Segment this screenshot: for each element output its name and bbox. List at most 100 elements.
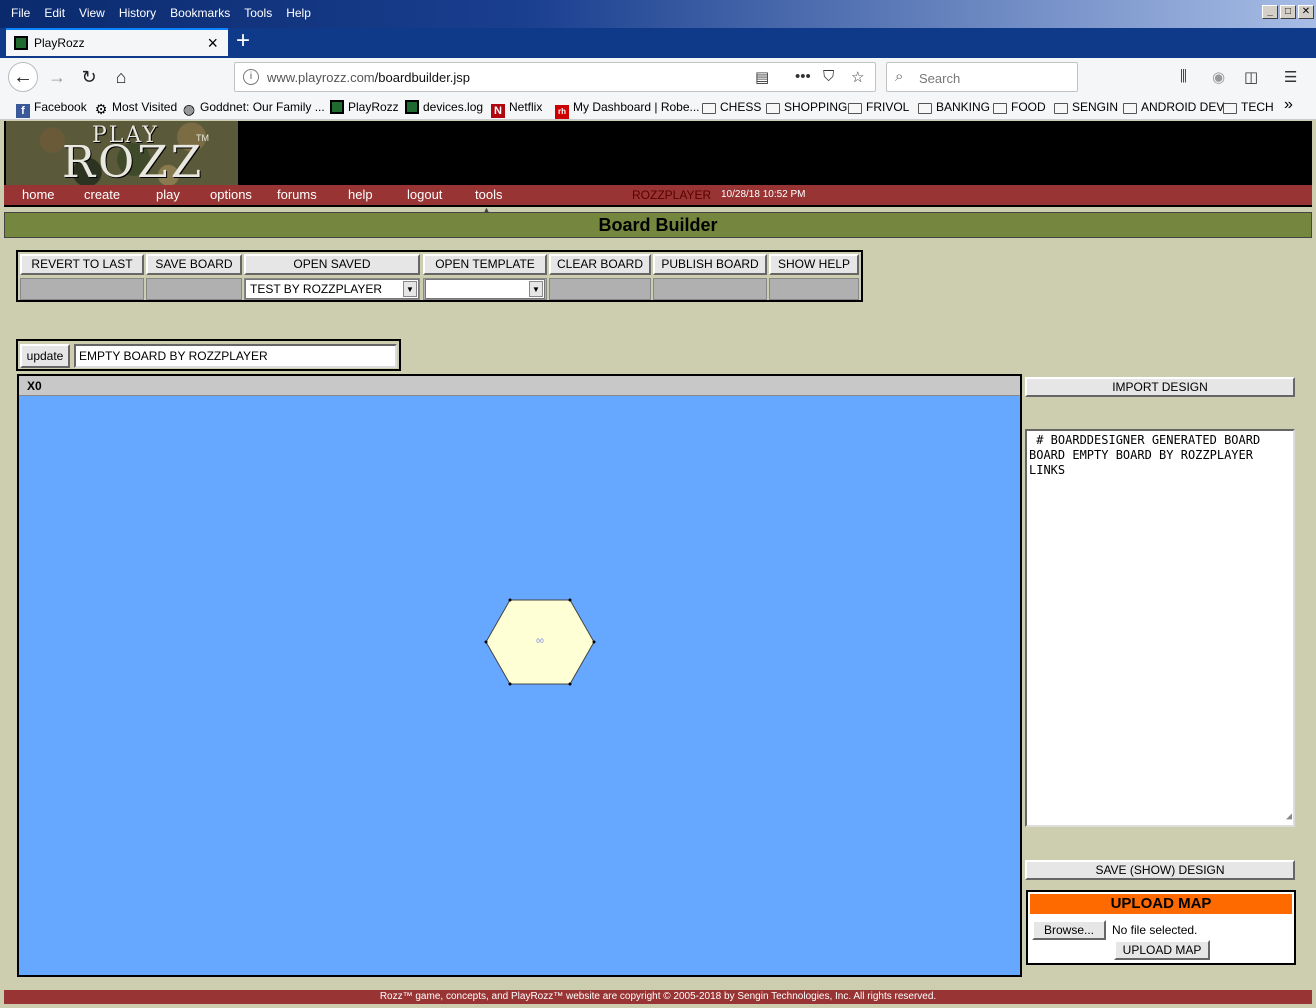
more-bookmarks-icon[interactable]: »	[1284, 96, 1293, 114]
hex-vertex	[568, 598, 572, 602]
bookmark-shopping[interactable]: SHOPPING	[766, 100, 847, 114]
bookmark-food[interactable]: FOOD	[993, 100, 1046, 114]
revert-button[interactable]: REVERT TO LAST	[20, 254, 144, 275]
bookmark-tech[interactable]: TECH	[1223, 100, 1274, 114]
upload-map-button[interactable]: UPLOAD MAP	[1114, 940, 1210, 960]
url-bar[interactable]: i www.playrozz.com/boardbuilder.jsp ▤ ••…	[234, 62, 876, 92]
reader-view-icon[interactable]: ▤	[755, 68, 769, 86]
canvas-header: X0	[19, 376, 1020, 396]
update-button[interactable]: update	[20, 344, 70, 368]
hamburger-menu-icon[interactable]: ☰	[1284, 68, 1297, 86]
open-saved-button[interactable]: OPEN SAVED	[244, 254, 420, 275]
bookmark-devices-log[interactable]: devices.log	[405, 100, 483, 114]
bookmark-label: FRIVOL	[866, 100, 910, 114]
url-path: /boardbuilder.jsp	[374, 70, 471, 85]
close-tab-icon[interactable]: ×	[207, 33, 218, 54]
close-window-icon[interactable]: ✕	[1298, 5, 1314, 19]
bookmark-frivol[interactable]: FRIVOL	[848, 100, 909, 114]
back-icon[interactable]: ←	[8, 62, 38, 92]
library-icon[interactable]: ⫼	[1180, 68, 1187, 85]
nav-logout[interactable]: logout	[407, 187, 442, 202]
show-help-button[interactable]: SHOW HELP	[769, 254, 859, 275]
adblock-icon[interactable]: ◉	[1212, 68, 1225, 86]
folder-icon	[993, 103, 1007, 114]
bookmark-android-dev[interactable]: ANDROID DEV	[1123, 100, 1224, 114]
nav-help[interactable]: help	[348, 187, 373, 202]
bookmark-goddnet[interactable]: ◍ Goddnet: Our Family ...	[182, 100, 325, 116]
bookmark-label: My Dashboard | Robe...	[573, 100, 700, 114]
nav-create[interactable]: create	[84, 187, 120, 202]
browser-tab[interactable]: PlayRozz ×	[6, 28, 228, 56]
bookmark-label: Facebook	[34, 100, 87, 114]
bookmark-chess[interactable]: CHESS	[702, 100, 761, 114]
bookmark-banking[interactable]: BANKING	[918, 100, 990, 114]
search-placeholder: Search	[919, 71, 961, 86]
menu-edit[interactable]: Edit	[37, 6, 72, 20]
nav-tools[interactable]: tools	[475, 187, 502, 202]
bookmark-label: SHOPPING	[784, 100, 848, 114]
hex-vertex	[508, 598, 512, 602]
bookmark-facebook[interactable]: f Facebook	[16, 100, 87, 118]
upload-map-title: UPLOAD MAP	[1030, 894, 1292, 914]
clear-board-button[interactable]: CLEAR BOARD	[549, 254, 651, 275]
resize-grip-icon[interactable]: ◢	[1286, 809, 1292, 824]
reload-icon[interactable]: ↻	[74, 62, 104, 92]
nav-forums[interactable]: forums	[277, 187, 317, 202]
open-template-button[interactable]: OPEN TEMPLATE	[423, 254, 547, 275]
saved-boards-selected: TEST BY ROZZPLAYER	[250, 282, 383, 296]
board-name-input[interactable]: EMPTY BOARD BY ROZZPLAYER	[74, 344, 397, 368]
search-icon: ⌕	[895, 68, 904, 85]
design-textarea[interactable]: # BOARDDESIGNER GENERATED BOARD BOARD EM…	[1025, 429, 1295, 827]
menu-file[interactable]: File	[4, 6, 37, 20]
folder-icon	[918, 103, 932, 114]
menu-history[interactable]: History	[112, 6, 163, 20]
menu-help[interactable]: Help	[279, 6, 318, 20]
folder-icon	[1054, 103, 1068, 114]
bookmark-playrozz[interactable]: PlayRozz	[330, 100, 399, 114]
board-svg[interactable]: 00	[19, 376, 1020, 975]
pocket-icon[interactable]: ⛉	[823, 68, 834, 85]
forward-icon[interactable]: →	[42, 62, 72, 92]
bookmark-sengin[interactable]: SENGIN	[1054, 100, 1118, 114]
search-input[interactable]: ⌕ Search	[886, 62, 1078, 92]
template-select[interactable]: ▼	[425, 279, 545, 299]
username: ROZZPLAYER	[632, 188, 712, 202]
browser-menubar: File Edit View History Bookmarks Tools H…	[0, 0, 1316, 28]
board-canvas[interactable]: 00 X0	[17, 374, 1022, 977]
gear-icon: ⚙	[94, 101, 108, 117]
publish-board-button[interactable]: PUBLISH BOARD	[653, 254, 767, 275]
nav-options[interactable]: options	[210, 187, 252, 202]
menu-tools[interactable]: Tools	[237, 6, 279, 20]
toolbar-cell	[769, 278, 859, 300]
new-tab-icon[interactable]: +	[236, 28, 250, 54]
nav-play[interactable]: play	[156, 187, 180, 202]
home-icon[interactable]: ⌂	[106, 62, 136, 92]
nav-home[interactable]: home	[22, 187, 55, 202]
board-toolbar: REVERT TO LAST SAVE BOARD OPEN SAVED OPE…	[16, 250, 863, 302]
browse-button[interactable]: Browse...	[1032, 920, 1106, 940]
hex-vertex	[568, 682, 572, 686]
hex-vertex	[592, 640, 596, 644]
site-info-icon[interactable]: i	[243, 69, 259, 85]
save-board-button[interactable]: SAVE BOARD	[146, 254, 242, 275]
import-design-button[interactable]: IMPORT DESIGN	[1025, 377, 1295, 397]
site-header: PLAY ROZZ TM	[4, 121, 1312, 188]
bookmark-most-visited[interactable]: ⚙ Most Visited	[94, 100, 177, 116]
maximize-icon[interactable]: □	[1280, 5, 1296, 19]
bookmark-label: CHESS	[720, 100, 762, 114]
menu-bookmarks[interactable]: Bookmarks	[163, 6, 237, 20]
logo-rozz-text: ROZZ	[62, 137, 205, 188]
saved-boards-select[interactable]: TEST BY ROZZPLAYER ▼	[245, 279, 419, 299]
minimize-icon[interactable]: _	[1262, 5, 1278, 19]
folder-icon	[1123, 103, 1137, 114]
logo-tm-text: TM	[196, 133, 209, 143]
bookmark-my-dashboard[interactable]: rh My Dashboard | Robe...	[555, 100, 700, 119]
sidebar-icon[interactable]: ◫	[1244, 68, 1258, 86]
playrozz-logo[interactable]: PLAY ROZZ TM	[6, 121, 238, 188]
bookmark-netflix[interactable]: N Netflix	[491, 100, 542, 118]
save-design-button[interactable]: SAVE (SHOW) DESIGN	[1025, 860, 1295, 880]
upload-map-box: UPLOAD MAP Browse... No file selected. U…	[1026, 890, 1296, 965]
bookmark-star-icon[interactable]: ☆	[851, 68, 864, 86]
menu-view[interactable]: View	[72, 6, 112, 20]
page-actions-icon[interactable]: •••	[795, 68, 811, 85]
